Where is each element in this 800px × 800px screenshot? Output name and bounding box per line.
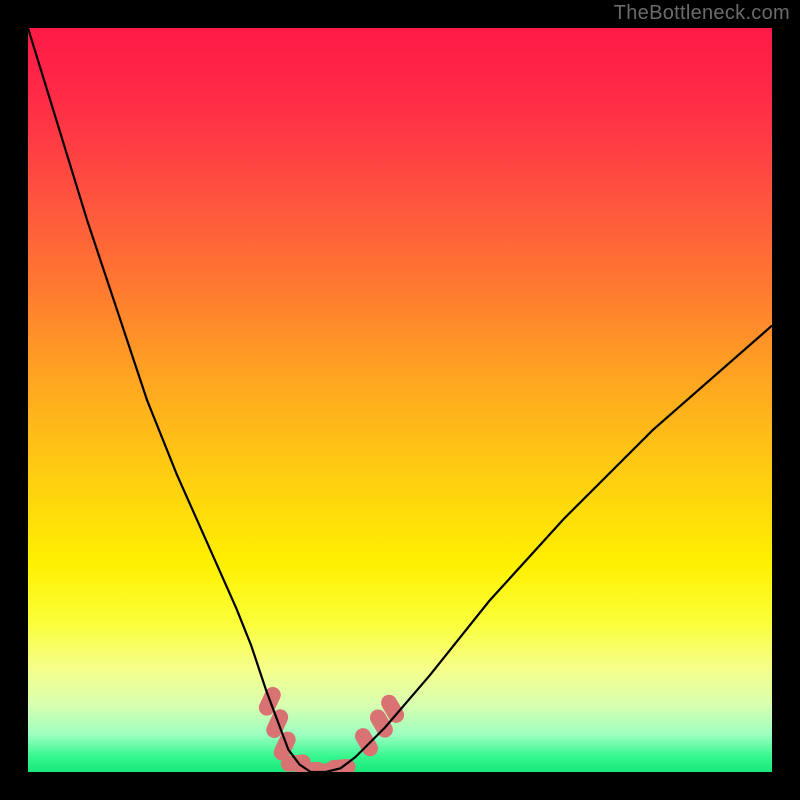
- watermark-text: TheBottleneck.com: [614, 2, 790, 25]
- bottleneck-curve-path: [28, 28, 772, 772]
- bottleneck-plot: [28, 28, 772, 772]
- chart-canvas: [28, 28, 772, 772]
